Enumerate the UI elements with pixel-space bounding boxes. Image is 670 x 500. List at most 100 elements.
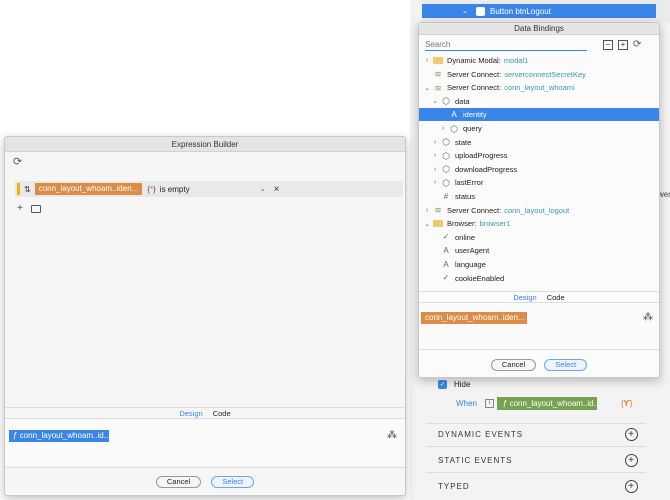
section-dynamic-events[interactable]: DYNAMIC EVENTS + — [438, 428, 638, 441]
database-icon: ≋ — [434, 69, 442, 80]
tree-node-value: modal1 — [503, 56, 529, 65]
tree-node[interactable]: › ⬡ state — [419, 136, 659, 149]
tab-code[interactable]: Code — [547, 293, 565, 302]
chevron-right-icon[interactable]: › — [431, 139, 439, 146]
chevron-right-icon[interactable]: › — [423, 207, 431, 214]
tree-node[interactable]: › ≋ Server Connect: conn_layout_logout — [419, 204, 659, 217]
add-icon[interactable]: + — [17, 203, 23, 214]
condition-row[interactable]: ⇅ conn_layout_whoam..iden... {*} is empt… — [15, 181, 403, 197]
select-button[interactable]: Select — [544, 359, 588, 371]
tree-node[interactable]: # status — [419, 190, 659, 203]
tree-node-label: online — [455, 232, 476, 242]
tree-node[interactable]: ⌄ Browser: browser1 — [419, 217, 659, 230]
toolbar: ⟳ — [5, 152, 405, 170]
tree-node-label: lastError — [455, 178, 484, 188]
divider — [426, 423, 646, 424]
section-static-events[interactable]: STATIC EVENTS + — [438, 454, 638, 467]
chevron-down-icon[interactable]: ⌄ — [423, 220, 431, 228]
tree-node-value: serverconnectSecretKey — [504, 69, 586, 79]
tree-node-label: Browser: — [447, 219, 477, 229]
cube-icon: ⬡ — [442, 177, 450, 188]
chevron-right-icon[interactable]: › — [423, 57, 431, 64]
tree-node-label: language — [455, 260, 486, 269]
tree-node[interactable]: ⌄ ≋ Server Connect: conn_layout_whoami — [419, 81, 659, 94]
tree-node[interactable]: Alanguage — [419, 258, 659, 271]
expand-all-icon[interactable]: + — [618, 40, 628, 50]
magic-wand-icon[interactable]: ⁂ — [387, 430, 397, 441]
tab-design[interactable]: Design — [513, 293, 536, 302]
section-title: TYPED — [438, 482, 470, 491]
chevron-right-icon[interactable]: › — [431, 179, 439, 186]
tree-node[interactable]: ✓ cookieEnabled — [419, 272, 659, 285]
add-circle-icon[interactable]: + — [625, 454, 638, 467]
operator-select[interactable]: is empty — [160, 185, 260, 194]
bindings-tree: › Dynamic Modal: modal1 ≋ Server Connect: ser… — [419, 54, 659, 290]
chevron-down-icon[interactable]: ⌄ — [431, 97, 439, 105]
when-row: When i ƒ conn_layout_whoam..id... {ϒ} — [456, 397, 632, 410]
search-input[interactable] — [425, 39, 587, 51]
chevron-right-icon[interactable]: › — [439, 125, 447, 132]
tree-node[interactable]: › ⬡ uploadProgress — [419, 149, 659, 162]
checkbox-checked-icon[interactable]: ✓ — [438, 380, 447, 389]
select-button[interactable]: Select — [211, 475, 255, 488]
dialog-footer: Cancel Select — [419, 353, 659, 377]
dialog-title: Data Bindings — [419, 23, 659, 35]
dynamic-binding-icon[interactable]: {ϒ} — [621, 399, 633, 408]
chevron-down-icon[interactable]: ⌄ — [260, 185, 266, 193]
expression-editor[interactable]: conn_layout_whoam..iden... ⁂ — [419, 304, 659, 350]
add-circle-icon[interactable]: + — [625, 480, 638, 493]
drag-handle[interactable] — [17, 183, 20, 195]
tree-node[interactable]: AuserAgent — [419, 244, 659, 257]
tree-node[interactable]: ≋ Server Connect: serverconnectSecretKey — [419, 68, 659, 81]
section-typed[interactable]: TYPED + — [438, 480, 638, 493]
chevron-right-icon[interactable]: › — [431, 152, 439, 159]
hash-icon: # — [443, 191, 449, 201]
database-icon: ≋ — [434, 205, 442, 216]
section-title: STATIC EVENTS — [438, 456, 513, 465]
chevron-down-icon[interactable]: ⌄ — [423, 84, 431, 92]
chevron-down-icon: ⌄ — [462, 8, 468, 15]
cube-icon: ⬡ — [450, 123, 458, 134]
expression-token[interactable]: conn_layout_whoam..iden... — [421, 312, 527, 324]
tree-node[interactable]: › ⬡ downloadProgress — [419, 163, 659, 176]
tree-node-label: identity — [463, 110, 487, 120]
cancel-button[interactable]: Cancel — [155, 475, 202, 488]
refresh-icon[interactable]: ⟳ — [633, 40, 641, 50]
tab-design[interactable]: Design — [179, 409, 202, 418]
expression-editor[interactable]: ƒ conn_layout_whoam..id... ⁂ — [5, 420, 405, 465]
tree-node[interactable]: ⌄ ⬡ data — [419, 95, 659, 108]
info-icon[interactable]: i — [484, 399, 494, 408]
tab-code[interactable]: Code — [213, 409, 231, 418]
hide-option[interactable]: ✓ Hide — [438, 380, 470, 389]
expression-token[interactable]: ƒ conn_layout_whoam..id... — [9, 430, 109, 442]
tree-node-label: query — [463, 124, 482, 133]
tree-node[interactable]: › ⬡ lastError — [419, 176, 659, 189]
tree-node[interactable]: Aidentity — [419, 108, 659, 122]
condition-binding[interactable]: conn_layout_whoam..iden... — [34, 183, 143, 195]
tree-node-label: cookieEnabled — [455, 273, 505, 283]
data-bindings-dialog: Data Bindings − + ⟳ › Dynamic Modal:modal… — [418, 22, 660, 378]
cancel-button[interactable]: Cancel — [490, 359, 537, 371]
add-circle-icon[interactable]: + — [625, 428, 638, 441]
tree-node-label: Server Connect: — [447, 69, 502, 79]
sort-icon[interactable]: ⇅ — [24, 185, 31, 194]
cube-icon: ⬡ — [442, 164, 450, 175]
cube-icon: ⬡ — [442, 96, 450, 107]
tree-node[interactable]: › Dynamic Modal: modal1 — [419, 54, 659, 67]
close-icon[interactable]: × — [274, 184, 280, 195]
tree-node-label: state — [455, 137, 472, 147]
dynamic-binding-icon[interactable]: {*} — [147, 185, 155, 194]
tree-item-btnlogout[interactable]: ⌄ Button btnLogout — [422, 4, 656, 18]
when-expression[interactable]: ƒ conn_layout_whoam..id... — [496, 397, 597, 410]
refresh-icon[interactable]: ⟳ — [13, 155, 22, 168]
chevron-right-icon[interactable]: › — [431, 166, 439, 173]
magic-wand-icon[interactable]: ⁂ — [643, 312, 653, 323]
tree-node[interactable]: ✓ online — [419, 231, 659, 244]
folder-add-icon[interactable] — [30, 204, 41, 213]
tree-node-label: downloadProgress — [455, 164, 518, 174]
collapse-all-icon[interactable]: − — [603, 40, 613, 50]
tree-node[interactable]: › ⬡ query — [419, 122, 659, 135]
tree-node-label: data — [455, 96, 470, 106]
when-label: When — [456, 399, 477, 408]
editor-tabs: Design Code — [419, 291, 659, 303]
